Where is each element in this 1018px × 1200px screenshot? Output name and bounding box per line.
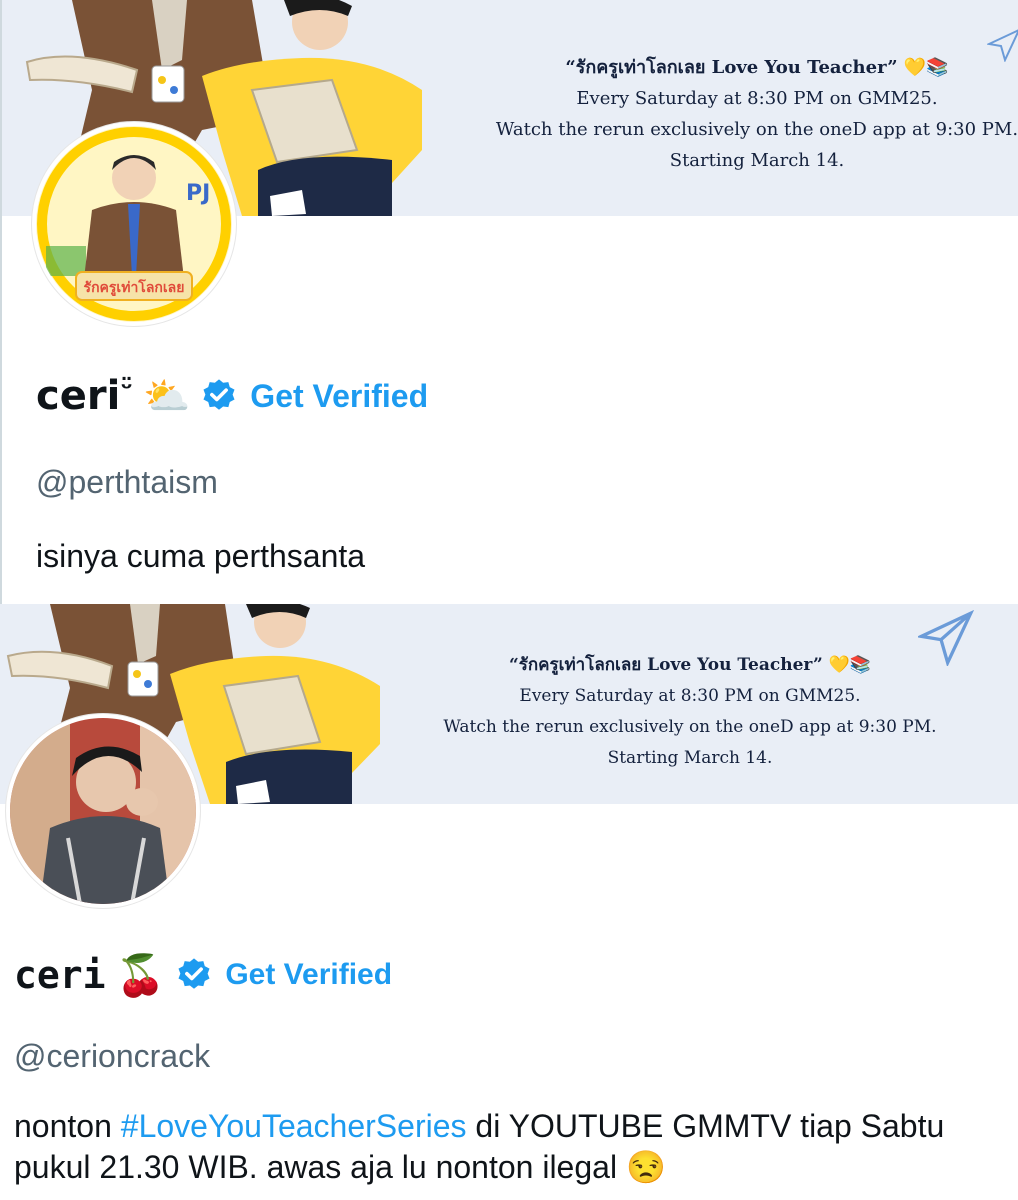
promo-title: “รักครูเท่าโลกเลย Love You Teacher” 💛📚 (508, 655, 872, 675)
profile-avatar[interactable] (6, 714, 200, 908)
profile-bio: nonton #LoveYouTeacherSeries di YOUTUBE … (14, 1106, 1004, 1188)
name-suffix: ᵕ̈ (120, 374, 133, 404)
verified-badge-icon[interactable] (175, 956, 213, 994)
profile-avatar[interactable]: รักครูเท่าโลกเลย PJ (32, 122, 236, 326)
get-verified-link[interactable]: Get Verified (225, 958, 392, 992)
avatar-image (10, 718, 196, 904)
name-row: ceri 🍒 Get Verified (14, 948, 392, 1002)
send-icon (918, 610, 974, 666)
promo-line: Starting March 14. (607, 748, 773, 768)
profile-bio: isinya cuma perthsanta (36, 538, 366, 574)
svg-text:รักครูเท่าโลกเลย: รักครูเท่าโลกเลย (84, 278, 185, 296)
send-icon (987, 29, 1018, 62)
verified-badge-icon[interactable] (200, 377, 238, 415)
promo-line: Watch the rerun exclusively on the oneD … (443, 717, 937, 737)
bio-text: nonton (14, 1108, 121, 1144)
profile-handle: @cerioncrack (14, 1038, 211, 1074)
hashtag-link[interactable]: #LoveYouTeacherSeries (121, 1108, 467, 1144)
display-name: ceri (36, 373, 121, 419)
cherries-icon: 🍒 (115, 952, 166, 999)
promo-line: Starting March 14. (669, 150, 845, 171)
promo-line: Every Saturday at 8:30 PM on GMM25. (576, 88, 938, 109)
banner-promo-text: “รักครูเท่าโลกเลย Love You Teacher” 💛📚 E… (472, 52, 1018, 176)
avatar-image: รักครูเท่าโลกเลย PJ (36, 126, 232, 322)
promo-line: Every Saturday at 8:30 PM on GMM25. (519, 686, 861, 706)
sun-behind-cloud-icon: ⛅ (142, 373, 191, 418)
banner-promo-text: “รักครูเท่าโลกเลย Love You Teacher” 💛📚 E… (420, 650, 960, 774)
svg-text:PJ: PJ (186, 181, 210, 206)
profile-panel-1: “รักครูเท่าโลกเลย Love You Teacher” 💛📚 E… (0, 0, 1018, 604)
promo-title: “รักครูเท่าโลกเลย Love You Teacher” 💛📚 (565, 57, 949, 78)
display-name: ceri (14, 953, 106, 997)
profile-handle: @perthtaism (36, 464, 218, 500)
promo-line: Watch the rerun exclusively on the oneD … (495, 119, 1018, 140)
get-verified-link[interactable]: Get Verified (250, 378, 428, 415)
name-row: ceri ᵕ̈ ⛅ Get Verified (36, 368, 428, 424)
profile-panel-2: “รักครูเท่าโลกเลย Love You Teacher” 💛📚 E… (0, 604, 1018, 1200)
